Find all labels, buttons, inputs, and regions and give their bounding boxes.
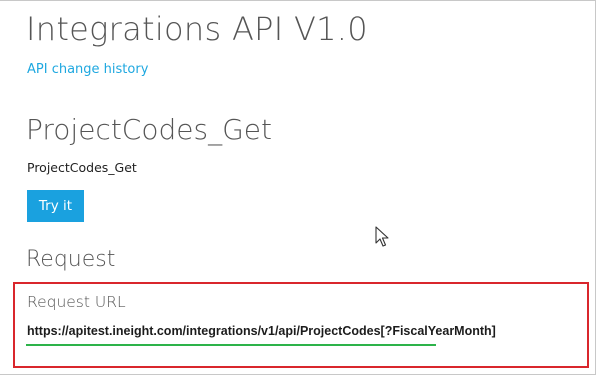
api-change-history-link[interactable]: API change history [27,62,148,77]
try-it-button[interactable]: Try it [27,190,84,222]
mouse-pointer-icon [375,226,389,247]
url-underline-annotation [26,344,436,346]
request-url-value: https://apitest.ineight.com/integrations… [27,324,496,338]
operation-description: ProjectCodes_Get [27,160,137,175]
api-title: Integrations API V1.0 [26,10,368,48]
operation-title: ProjectCodes_Get [26,113,272,146]
request-heading: Request [26,247,116,272]
request-url-label: Request URL [27,293,126,311]
